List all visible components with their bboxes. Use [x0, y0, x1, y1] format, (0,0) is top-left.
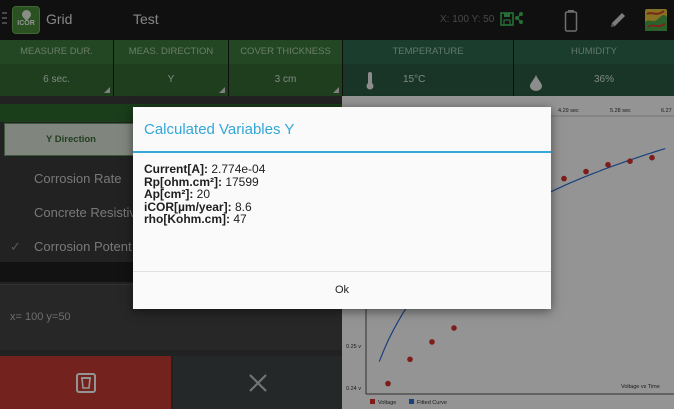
ok-button[interactable]: Ok	[133, 272, 551, 309]
variable-value: 47	[230, 212, 247, 226]
screen: ICOR Grid Test X: 100 Y: 50 MEASURE DUR.…	[0, 0, 674, 409]
calculated-variables-dialog: Calculated Variables Y Current[A]: 2.774…	[133, 107, 551, 309]
dialog-title: Calculated Variables Y	[144, 121, 295, 138]
variable-row: rho[Kohm.cm]: 47	[144, 213, 265, 226]
dialog-title-divider	[133, 151, 551, 153]
variable-value: 17599	[222, 174, 259, 189]
dialog-body: Current[A]: 2.774e-04 Rp[ohm.cm²]: 17599…	[144, 163, 265, 226]
variable-label: rho[Kohm.cm]:	[144, 212, 230, 226]
